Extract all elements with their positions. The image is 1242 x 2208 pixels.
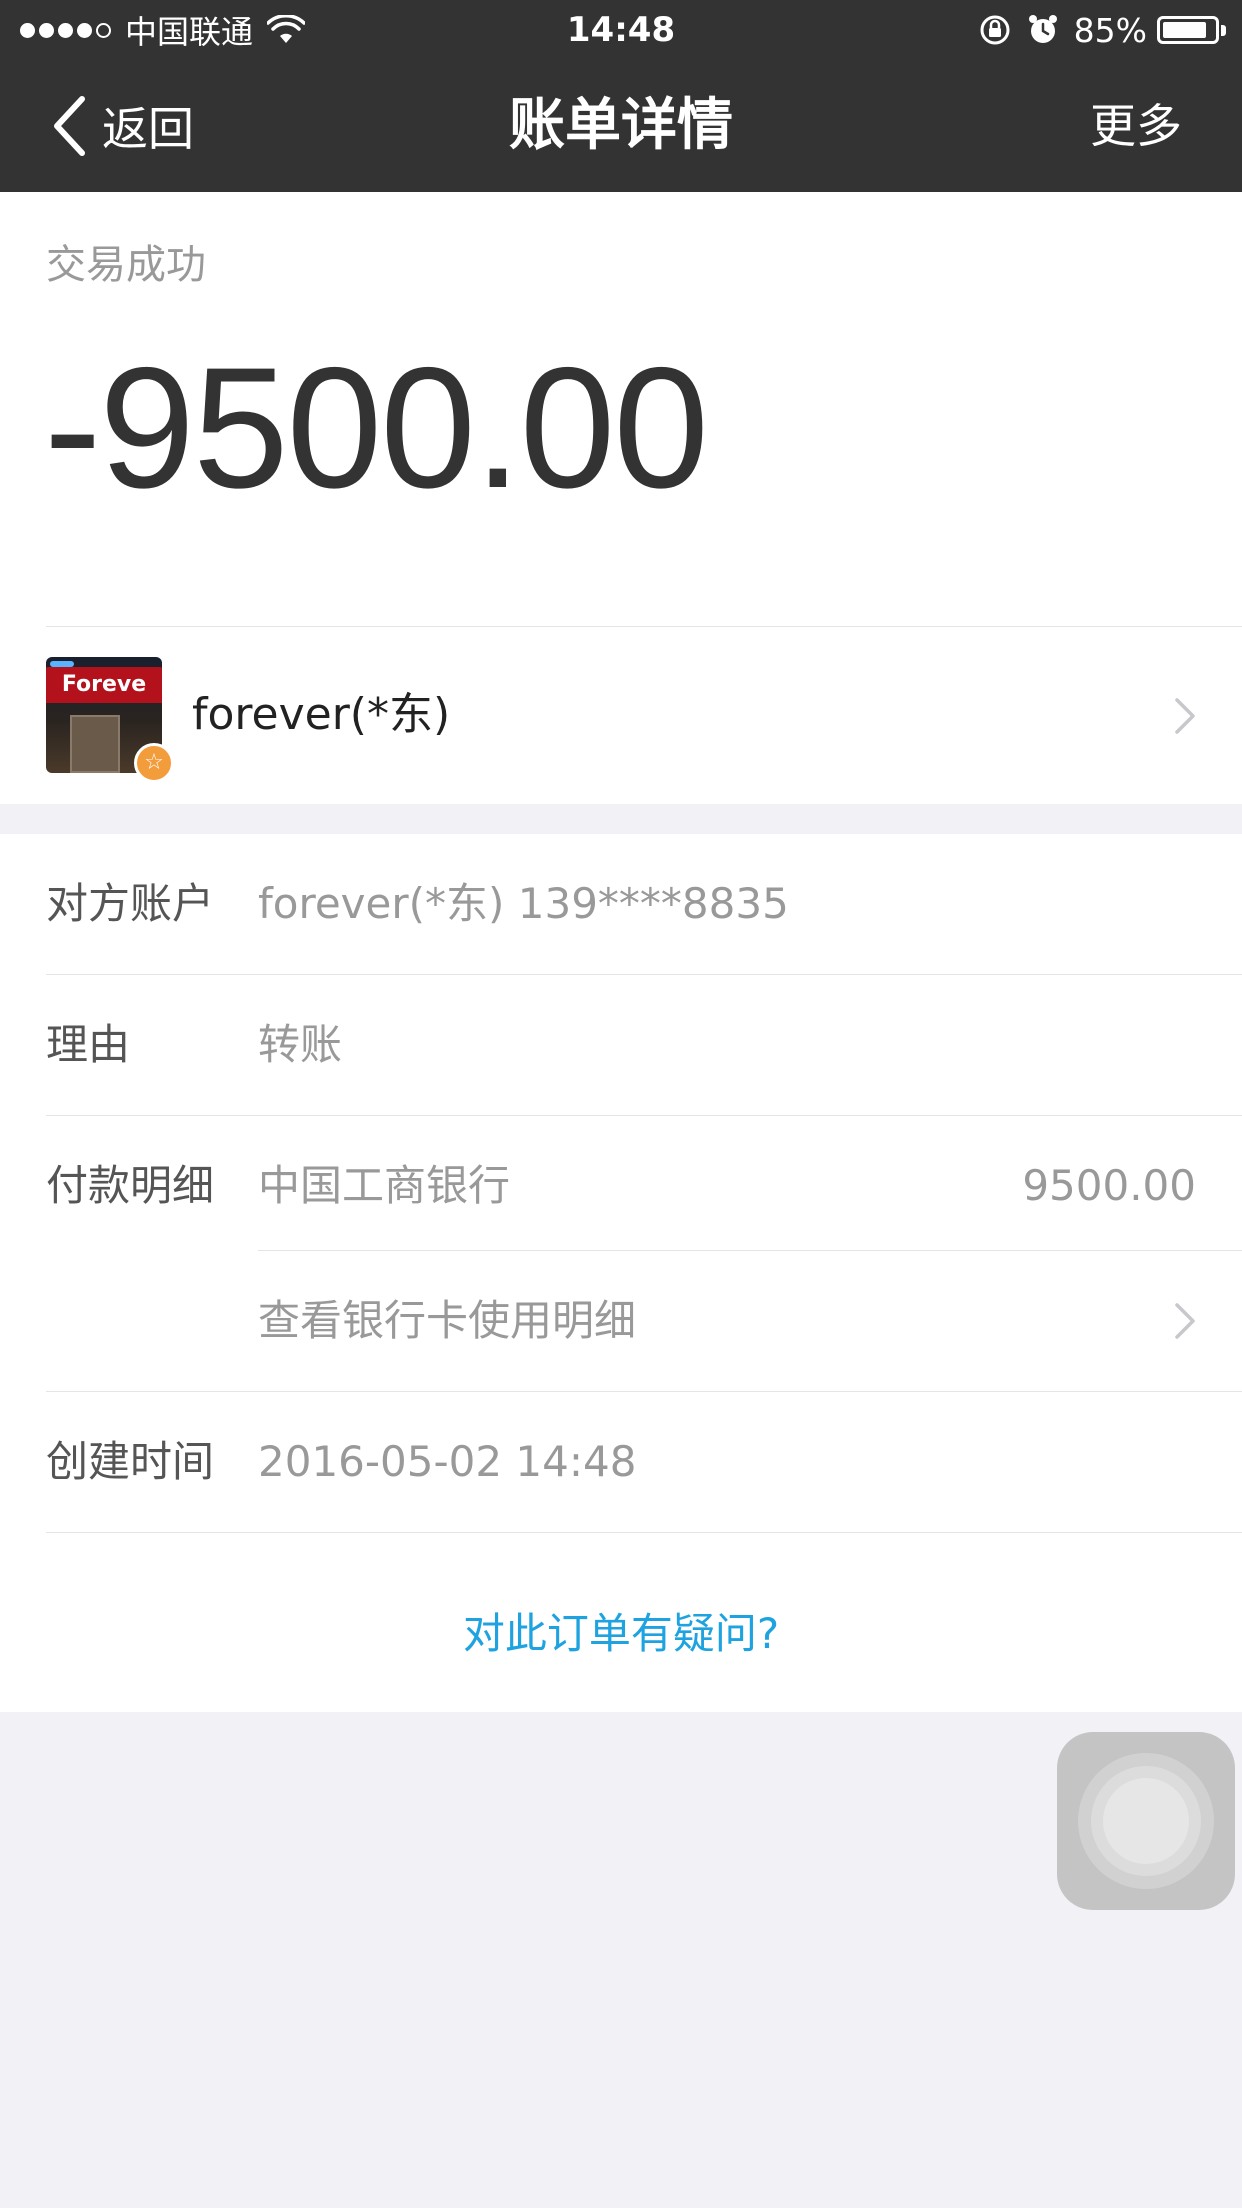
signal-dot	[39, 22, 54, 38]
account-label: 对方账户	[46, 879, 215, 928]
signal-dot	[20, 22, 35, 38]
status-bar-right: 85%	[978, 0, 1226, 60]
transaction-amount: -9500.00	[44, 332, 709, 524]
payment-bank: 中国工商银行	[258, 1161, 511, 1210]
assistive-touch-button[interactable]	[1057, 1732, 1235, 1910]
signal-strength-icon	[20, 22, 115, 38]
status-bar: 中国联通 14:48 85%	[0, 0, 1242, 60]
battery-icon	[1157, 16, 1219, 44]
avatar-shop-door	[70, 715, 120, 773]
assistive-touch-ring-inner	[1091, 1766, 1201, 1876]
divider	[46, 1532, 1242, 1533]
battery-percentage: 85%	[1073, 10, 1147, 50]
wifi-icon	[267, 15, 306, 43]
transaction-status: 交易成功	[46, 242, 206, 288]
payment-amount: 9500.00	[1022, 1161, 1196, 1210]
transaction-details: 对方账户 forever(*东) 139****8835 理由 转账 付款明细 …	[0, 834, 1242, 1712]
account-row: 对方账户 forever(*东) 139****8835	[0, 834, 1242, 975]
assistive-touch-core	[1103, 1778, 1189, 1864]
chevron-left-icon	[54, 96, 85, 156]
created-time-value: 2016-05-02 14:48	[258, 1437, 637, 1486]
star-badge-icon: ☆	[134, 743, 174, 783]
bank-card-detail-label: 查看银行卡使用明细	[258, 1296, 637, 1345]
avatar-light	[50, 661, 74, 667]
rotation-lock-icon	[980, 15, 1010, 45]
reason-value: 转账	[258, 1020, 343, 1069]
more-button[interactable]: 更多	[1090, 60, 1182, 192]
bank-card-detail-link[interactable]: 查看银行卡使用明细	[0, 1251, 1242, 1392]
transaction-summary: 交易成功 -9500.00 Foreve ☆ forever(*东)	[0, 192, 1242, 804]
chevron-right-icon	[1175, 1303, 1195, 1339]
back-label: 返回	[102, 102, 194, 156]
back-button[interactable]: 返回	[52, 60, 194, 192]
payment-label: 付款明细	[46, 1161, 215, 1210]
account-value: forever(*东) 139****8835	[258, 879, 789, 928]
chevron-right-icon	[1175, 698, 1195, 734]
merchant-name: forever(*东)	[192, 689, 451, 740]
signal-dot	[58, 22, 73, 38]
navigation-bar: 返回 账单详情 更多	[0, 60, 1242, 192]
battery-tip	[1221, 24, 1226, 36]
merchant-avatar: Foreve ☆	[46, 657, 174, 783]
merchant-row[interactable]: Foreve ☆ forever(*东)	[0, 627, 1242, 803]
status-bar-left: 中国联通	[20, 0, 306, 60]
signal-dot-empty	[96, 22, 111, 38]
signal-dot	[77, 22, 92, 38]
avatar-sign-text: Foreve	[61, 672, 147, 697]
payment-row: 付款明细 中国工商银行 9500.00	[0, 1116, 1242, 1256]
reason-label: 理由	[46, 1020, 131, 1069]
alarm-icon	[1028, 15, 1057, 43]
carrier-name: 中国联通	[125, 13, 254, 51]
battery-level-fill	[1163, 22, 1206, 38]
order-question-link[interactable]: 对此订单有疑问?	[0, 1600, 1242, 1661]
assistive-touch-ring	[1078, 1753, 1214, 1889]
reason-row: 理由 转账	[0, 975, 1242, 1116]
created-time-label: 创建时间	[46, 1437, 215, 1486]
created-time-row: 创建时间 2016-05-02 14:48	[0, 1392, 1242, 1533]
